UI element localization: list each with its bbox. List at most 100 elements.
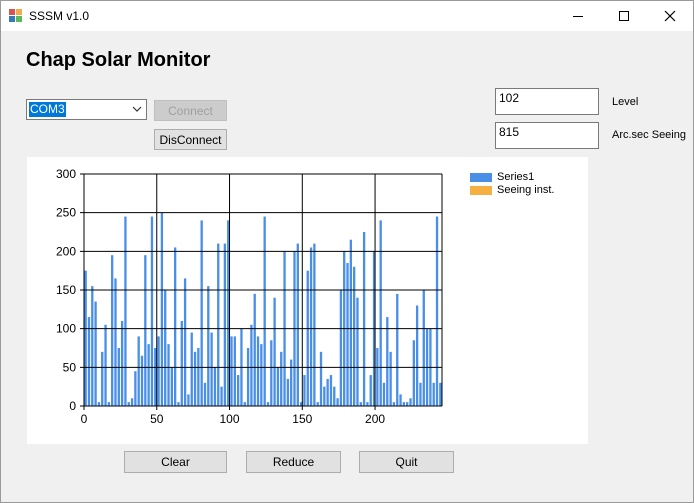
bar-series1 [359,402,362,406]
bar-series1 [333,386,336,406]
bar-series1 [137,336,140,406]
bar-series1 [104,324,107,406]
bar-series1 [233,336,236,406]
bar-series1 [97,402,101,406]
bar-series1 [124,216,127,406]
bar-series1 [369,375,372,406]
maximize-button[interactable] [601,1,647,31]
port-select[interactable]: COM3 [26,99,147,120]
bar-series1 [180,320,183,406]
bar-series1 [296,243,299,406]
bar-series1 [253,293,256,406]
bar-series1 [280,351,283,406]
bar-series1 [193,351,197,406]
seeing-field[interactable]: 815 [495,122,599,149]
bar-series1 [101,351,104,406]
bar-series1 [246,348,250,406]
bar-series1 [183,278,187,406]
bar-series1 [326,378,329,406]
level-field[interactable]: 102 [495,88,599,115]
bar-series1 [227,220,230,406]
bar-series1 [84,270,87,406]
bar-series1 [120,320,124,406]
bar-series1 [197,348,200,406]
bar-series1 [406,402,409,406]
bar-series1 [356,297,359,406]
close-icon [664,10,676,22]
legend-label-seeing: Seeing inst. [497,184,555,196]
y-tick-label: 300 [56,167,76,181]
bar-series1 [170,367,174,406]
legend-label-series1: Series1 [497,171,535,183]
bar-series1 [273,297,276,406]
bar-series1 [230,336,233,406]
port-select-value: COM3 [29,102,66,117]
bar-series1 [91,286,94,406]
bar-series1 [432,382,435,406]
clear-button[interactable]: Clear [124,451,227,473]
bar-series1 [217,243,220,406]
legend-swatch-seeing [470,186,492,195]
bar-series1 [422,290,425,406]
bar-series1 [94,301,97,406]
bar-series1 [140,355,144,406]
y-tick-label: 0 [69,399,76,413]
bar-series1 [435,216,439,406]
legend-item-seeing: Seeing inst. [470,184,580,198]
bar-series1 [399,394,402,406]
x-tick-label: 0 [81,412,88,426]
bar-series1 [362,232,366,406]
bar-series1 [263,216,266,406]
bar-series1 [303,375,306,406]
title-bar[interactable]: SSSM v1.0 [1,1,693,31]
y-tick-label: 100 [56,322,76,336]
bar-series1 [223,243,227,406]
page-title: Chap Solar Monitor [26,49,211,71]
y-tick-label: 50 [63,360,77,374]
bar-series1 [147,344,150,406]
bar-series1 [319,351,323,406]
bar-series1 [111,255,114,406]
bar-series1 [286,378,290,406]
bar-series1 [306,270,309,406]
bar-series1 [352,266,356,406]
close-button[interactable] [647,1,693,31]
level-label: Level [612,96,639,108]
bar-series1 [250,324,253,406]
bar-series1 [256,336,260,406]
bar-series1 [207,286,210,406]
y-tick-label: 200 [56,244,76,258]
disconnect-button[interactable]: DisConnect [154,129,227,150]
bar-series1 [200,220,203,406]
bar-series1 [346,262,349,406]
quit-button[interactable]: Quit [359,451,454,473]
maximize-icon [619,11,629,21]
bar-series1 [266,402,270,406]
reduce-button[interactable]: Reduce [246,451,341,473]
bar-series1 [402,402,406,406]
bar-series1 [276,367,280,406]
bar-series1 [150,216,154,406]
legend-swatch-series1 [470,173,492,182]
bar-series1 [220,386,223,406]
bar-series1 [144,255,147,406]
bar-series1 [313,243,316,406]
bar-series1 [213,367,217,406]
bar-series1 [173,247,177,406]
bar-series1 [87,317,91,406]
x-tick-label: 50 [150,412,164,426]
bar-series1 [130,398,134,406]
connect-button[interactable]: Connect [154,100,227,121]
bar-series1 [389,351,392,406]
minimize-button[interactable] [555,1,601,31]
bar-series1 [415,305,419,406]
seeing-label: Arc.sec Seeing [612,129,686,141]
bar-series1 [117,348,120,406]
bar-series1 [376,348,379,406]
bar-series1 [329,375,333,406]
chevron-down-icon [132,106,142,112]
bar-series1 [349,239,353,406]
bar-series1 [157,336,160,406]
bar-series1 [134,371,137,406]
bar-series1 [210,332,213,406]
